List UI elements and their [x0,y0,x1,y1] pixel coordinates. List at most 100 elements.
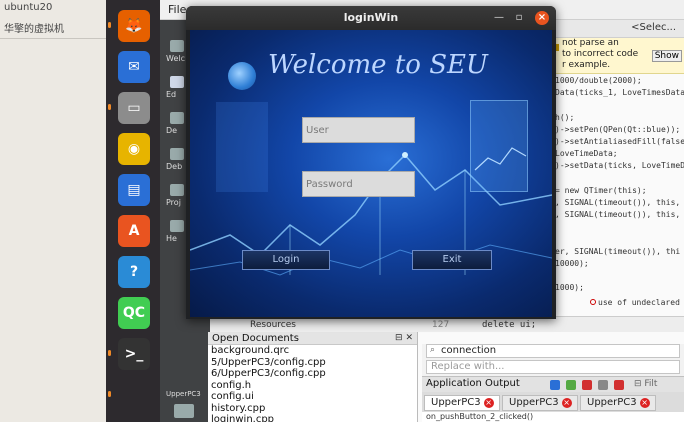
show-button[interactable]: Show [651,50,682,62]
writer-icon[interactable]: ▤ [118,174,150,206]
mode-label: Welc [166,54,185,63]
application-output-header: Application Output ⊟ Filt [422,376,684,392]
code-line: 1000); [555,283,584,293]
dock-active-firefox [108,22,111,28]
code-line: 10000); [555,259,589,268]
output-tabs: UpperPC3 × UpperPC3 × UpperPC3 × [422,392,684,412]
close-button[interactable]: × [535,11,549,25]
build-target-label: UpperPC3 [166,390,201,398]
rhythmbox-icon[interactable]: ◉ [118,133,150,165]
code-line: 1000/double(2000); [555,76,642,85]
search-icon: ⌕ [430,345,436,355]
login-window: loginWin — ▫ × Welcome to SEU User Passw… [186,6,556,319]
close-tab-icon[interactable]: × [561,398,572,408]
open-document-item[interactable]: background.qrc [208,345,417,357]
rerun-icon[interactable] [550,380,560,390]
open-document-item[interactable]: config.ui [208,391,417,403]
symbol-selector[interactable]: <Selec... [631,22,676,33]
code-line: h(); [555,112,575,122]
clear-icon[interactable] [614,380,624,390]
code-line: )->setPen(QPen(Qt::blue)); [555,124,681,134]
mode-label: Deb [166,162,183,171]
open-document-item[interactable]: 6/UpperPC3/config.cpp [208,368,417,380]
replace-input[interactable]: Replace with... [426,360,680,374]
open-document-item[interactable]: history.cpp [208,403,417,415]
error-annotation: use of undeclared i [590,298,684,307]
code-line: er, SIGNAL(timeout()), thi [555,246,681,256]
attach-icon[interactable] [598,380,608,390]
output-tab-label: UpperPC3 [509,397,559,408]
menu-file[interactable]: File [168,3,186,16]
output-tab[interactable]: UpperPC3 × [580,395,656,411]
output-tab-label: UpperPC3 [431,397,481,408]
minimize-button[interactable]: — [492,11,506,25]
terminal-icon[interactable]: >_ [118,338,150,370]
welcome-heading: Welcome to SEU [268,50,488,80]
dock-active-terminal [108,391,111,397]
close-tab-icon[interactable]: × [639,398,650,408]
host-divider [0,38,110,39]
application-output-title: Application Output [426,378,520,389]
close-tab-icon[interactable]: × [483,398,494,408]
code-line: )->setAntialiasedFill(false [555,137,684,146]
open-document-item[interactable]: loginwin.cpp [208,414,417,422]
screen: ubuntu20 华擎的虚拟机 🦊 ✉ ▭ ◉ ▤ A? QC >_ Welc Ed De D… [0,0,684,422]
thunderbird-icon[interactable]: ✉ [118,51,150,83]
title-bar: loginWin — ▫ × [186,6,556,30]
output-tab[interactable]: UpperPC3 × [424,395,500,411]
mode-label: Ed [166,90,177,99]
design-icon [170,112,184,124]
firefox-icon[interactable]: 🦊 [118,10,150,42]
warning-line: not parse an [562,38,619,48]
maximize-button[interactable]: ▫ [512,11,526,25]
edit-icon [170,76,184,88]
exit-button[interactable]: Exit [412,250,492,270]
files-icon[interactable]: ▭ [118,92,150,124]
left-decor-panel [216,102,268,192]
monitor-icon[interactable] [174,404,194,418]
build-target[interactable]: UpperPC3 [166,390,204,398]
password-input[interactable]: Password [302,171,415,197]
login-button[interactable]: Login [242,250,330,270]
help-icon [170,220,184,232]
code-line: = new QTimer(this); [555,185,647,195]
open-documents-list: background.qrc 5/UpperPC3/config.cpp 6/Upp… [208,345,417,422]
dock-active-files [108,104,111,110]
projects-icon [170,184,184,196]
warning-banner: not parse an to incorrect code r example… [550,38,684,74]
stop-icon[interactable] [582,380,592,390]
output-tab[interactable]: UpperPC3 × [502,395,578,411]
open-documents-header: Open Documents ⊟ ✕ [208,332,417,345]
line-number: 127 [432,320,450,330]
open-document-item[interactable]: 5/UpperPC3/config.cpp [208,357,417,369]
code-line: , SIGNAL(timeout()), this, [555,198,681,207]
resources-label: Resources [250,320,296,330]
output-text: on_pushButton_2_clicked() [422,412,684,422]
globe-icon [228,62,256,90]
close-icon[interactable]: ⊟ ✕ [395,332,413,345]
open-documents-title: Open Documents [212,333,299,344]
login-background: Welcome to SEU User Password Login Exit [190,30,552,317]
dock-active-qtcreator [108,350,111,356]
mode-label: He [166,234,177,243]
user-input[interactable]: User [302,117,415,143]
host-label-vm-desc: 华擎的虚拟机 [4,24,64,35]
code-line: )->setData(ticks, LoveTimeD [555,161,684,171]
filter-icon[interactable]: ⊟ Filt [634,377,657,391]
code-line: LoveTimeData; [555,149,618,159]
qtcreator-icon[interactable]: QC [118,297,150,329]
open-documents-pane: Open Documents ⊟ ✕ background.qrc 5/UpperP… [208,332,418,422]
help-icon[interactable]: ? [118,256,150,288]
software-icon[interactable]: A [118,215,150,247]
ubuntu-dock: 🦊 ✉ ▭ ◉ ▤ A? QC >_ [106,0,160,422]
find-input[interactable]: connection [426,344,680,358]
open-document-item[interactable]: config.h [208,380,417,392]
error-icon [590,299,596,305]
mode-label: De [166,126,178,135]
welcome-icon [170,40,184,52]
host-label-vm-name: ubuntu20 [4,2,53,13]
mode-label: Proj [166,198,181,207]
code-line: Data(ticks_1, LoveTimesData) [555,88,684,98]
error-text: use of undeclared i [598,298,684,307]
run-icon[interactable] [566,380,576,390]
